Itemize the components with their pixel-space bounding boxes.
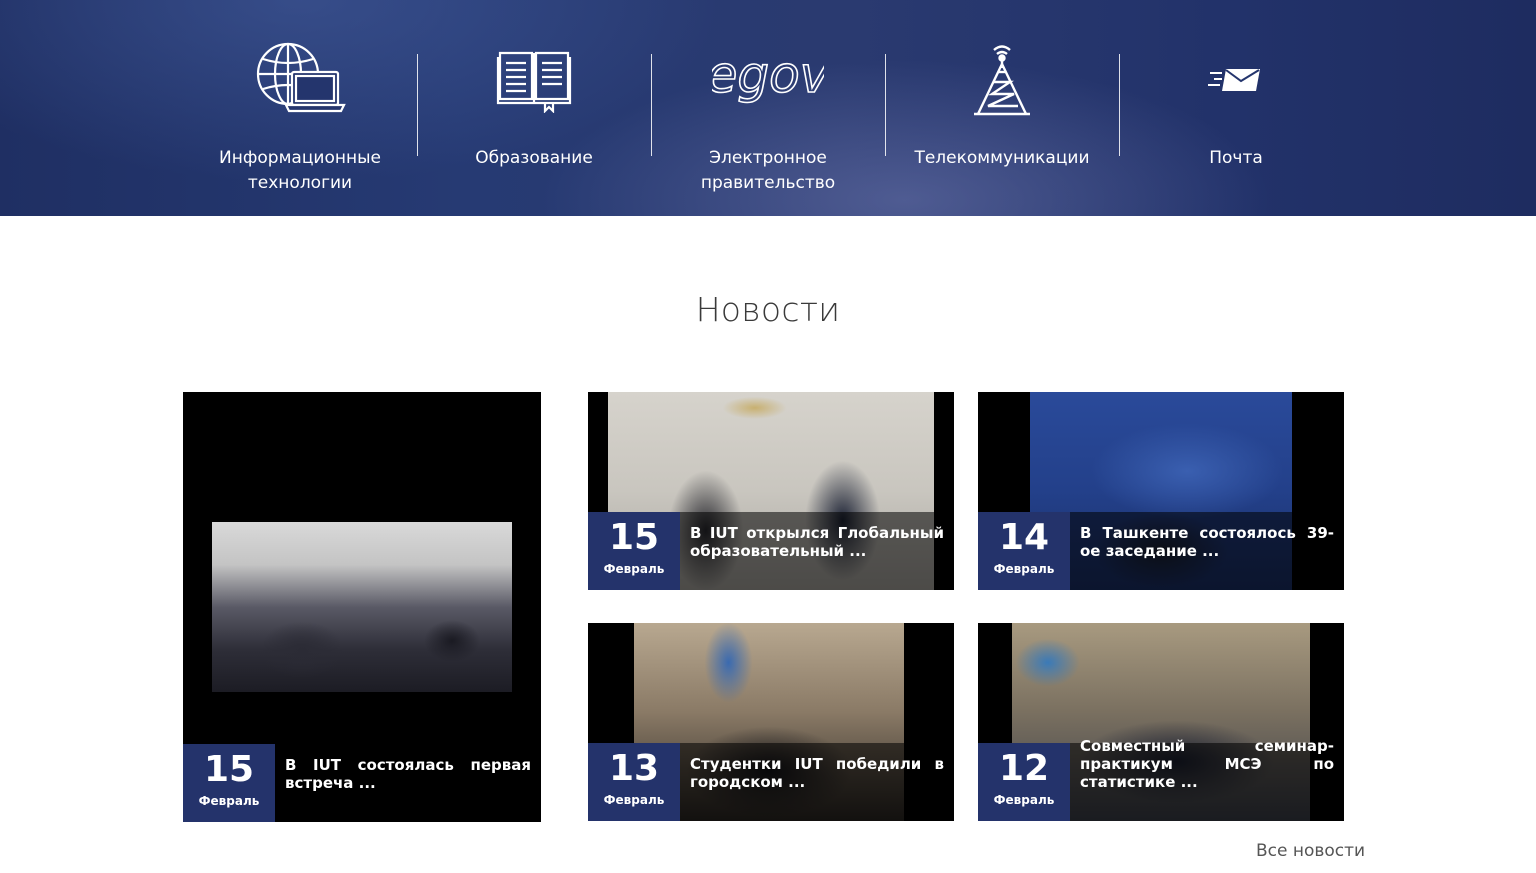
radio-tower-icon [885,40,1119,120]
news-card[interactable]: 14 Февраль В Ташкенте состоялось 39-ое з… [978,392,1344,590]
news-day: 12 [998,748,1050,789]
sectors-banner: Информационные технологии Образование eg… [0,0,1536,216]
news-photo [212,522,512,692]
news-section-title: Новости [695,290,841,329]
news-month: Февраль [993,562,1055,576]
news-date: 13 Февраль [588,743,680,821]
sector-label: Образование [475,148,593,168]
sector-label: Электронное правительство [700,148,836,193]
news-headline: В IUT открылся Глобальный образовательны… [690,524,944,560]
all-news-link[interactable]: Все новости [1256,841,1365,861]
sector-post[interactable]: Почта [1119,0,1353,216]
news-month: Февраль [603,793,665,807]
sector-label: Информационные технологии [219,148,381,193]
news-card[interactable]: 13 Февраль Студентки IUT победили в горо… [588,623,954,821]
news-day: 14 [998,517,1050,558]
news-date: 15 Февраль [588,512,680,590]
news-card[interactable]: 15 Февраль В IUT открылся Глобальный обр… [588,392,954,590]
news-headline: В IUT состоялась первая встреча ... [285,756,531,792]
svg-text:egov: egov [712,48,824,104]
news-headline: Совместный семинар-практикум МСЭ по стат… [1080,737,1334,791]
sector-label: Почта [1209,148,1263,168]
news-date: 14 Февраль [978,512,1070,590]
news-day: 13 [608,748,660,789]
news-date: 12 Февраль [978,743,1070,821]
egov-logo: egov [651,40,885,120]
news-month: Февраль [993,793,1055,807]
sector-label: Телекоммуникации [914,148,1090,168]
news-card[interactable]: 12 Февраль Совместный семинар-практикум … [978,623,1344,821]
sector-education[interactable]: Образование [417,0,651,216]
news-date: 15 Февраль [183,744,275,822]
sector-telecommunications[interactable]: Телекоммуникации [885,0,1119,216]
sector-e-government[interactable]: egov Электронное правительство [651,0,885,216]
news-month: Февраль [198,794,260,808]
fast-mail-icon [1119,40,1353,120]
news-day: 15 [608,517,660,558]
news-headline: Студентки IUT победили в городском ... [690,755,944,791]
news-month: Февраль [603,562,665,576]
news-headline: В Ташкенте состоялось 39-ое заседание ..… [1080,524,1334,560]
globe-laptop-icon [183,40,417,120]
open-book-icon [417,40,651,120]
news-card[interactable]: 15 Февраль В IUT состоялась первая встре… [183,392,541,822]
news-day: 15 [203,749,255,790]
sector-information-technology[interactable]: Информационные технологии [183,0,417,216]
